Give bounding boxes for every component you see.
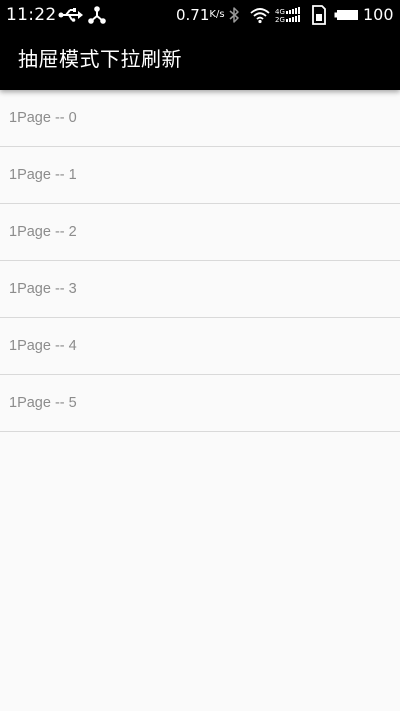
page-title: 抽屉模式下拉刷新 — [18, 47, 182, 71]
network-speed: 0.71K/s — [176, 5, 225, 25]
list-item[interactable]: 1Page -- 1 — [0, 147, 400, 204]
list-item-label: 1Page -- 4 — [9, 338, 77, 354]
list-item-label: 1Page -- 1 — [9, 167, 77, 183]
list-item[interactable]: 1Page -- 0 — [0, 90, 400, 147]
app-bar: 抽屉模式下拉刷新 — [0, 30, 400, 90]
wifi-icon — [250, 8, 270, 24]
list-item-label: 1Page -- 3 — [9, 281, 77, 297]
list-item-label: 1Page -- 5 — [9, 395, 77, 411]
battery-level: 100 — [363, 5, 394, 24]
sim-card-icon — [312, 5, 326, 25]
list-item[interactable]: 1Page -- 5 — [0, 375, 400, 432]
bluetooth-icon — [229, 7, 239, 23]
status-bar: 11:22 0.71K/s 4G 2G 100 — [0, 0, 400, 30]
list-item[interactable]: 1Page -- 2 — [0, 204, 400, 261]
network-speed-value: 0.71 — [176, 6, 210, 24]
signal-4g-icon: 4G 2G — [275, 7, 300, 24]
svg-text:2G: 2G — [275, 16, 285, 24]
list-item-label: 1Page -- 0 — [9, 110, 77, 126]
list-item[interactable]: 1Page -- 3 — [0, 261, 400, 318]
svg-text:4G: 4G — [275, 8, 285, 16]
list-item[interactable]: 1Page -- 4 — [0, 318, 400, 375]
page-list[interactable]: 1Page -- 0 1Page -- 1 1Page -- 2 1Page -… — [0, 90, 400, 432]
usb-icon — [58, 8, 83, 22]
list-item-label: 1Page -- 2 — [9, 224, 77, 240]
status-time: 11:22 — [6, 5, 57, 25]
network-speed-unit: K/s — [209, 9, 225, 20]
share-icon — [88, 6, 106, 24]
battery-icon — [334, 10, 358, 20]
